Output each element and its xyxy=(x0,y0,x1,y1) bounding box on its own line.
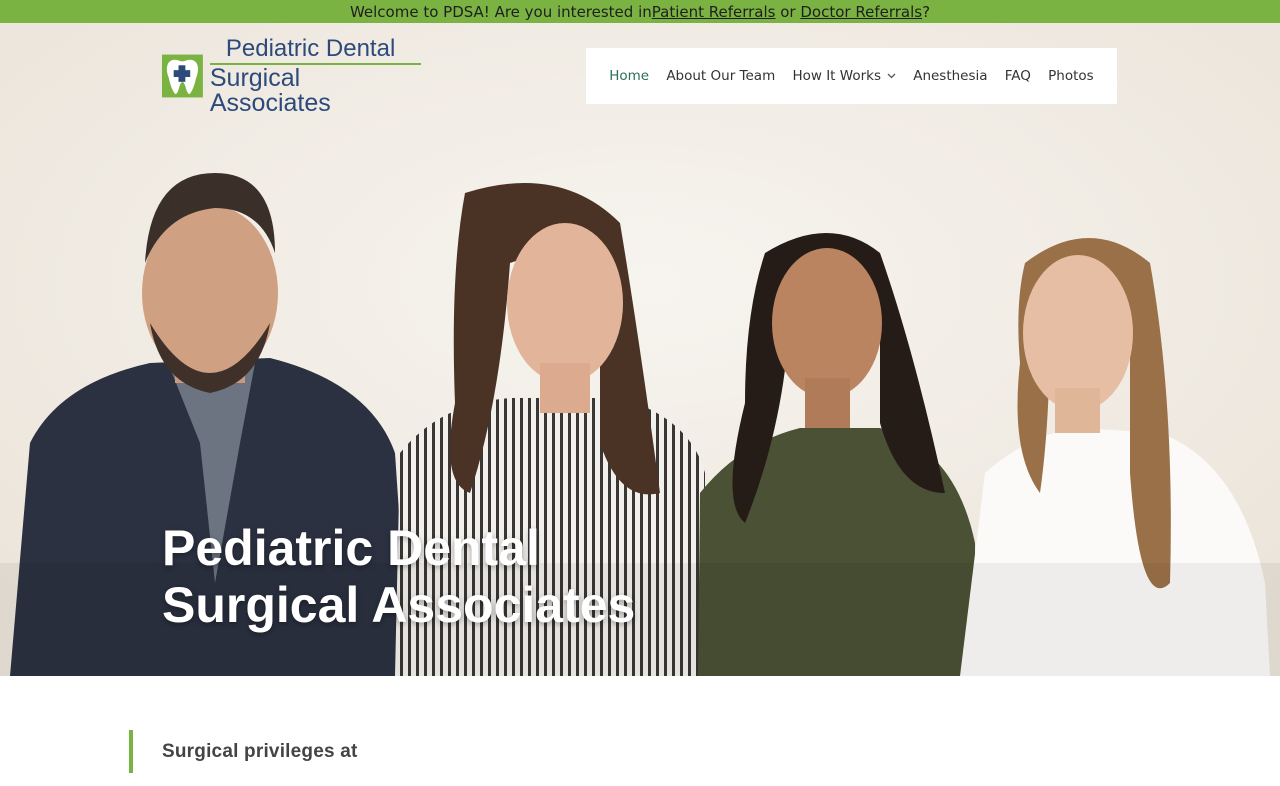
nav-photos[interactable]: Photos xyxy=(1048,68,1094,84)
hero-title-line-2: Surgical Associates xyxy=(162,577,636,633)
site-logo[interactable]: Pediatric Dental Surgical Associates xyxy=(161,36,421,115)
logo-line-1: Pediatric Dental xyxy=(209,36,421,65)
main-nav: Home About Our Team How It Works Anesthe… xyxy=(586,48,1117,104)
nav-how-it-works-label: How It Works xyxy=(792,68,881,84)
banner-text-mid: or xyxy=(775,2,801,21)
section-heading: Surgical privileges at xyxy=(162,740,358,762)
nav-how-it-works[interactable]: How It Works xyxy=(792,68,896,84)
nav-anesthesia[interactable]: Anesthesia xyxy=(913,68,987,84)
hero-title-line-1: Pediatric Dental xyxy=(162,520,540,576)
banner-text-before: Welcome to PDSA! Are you interested in xyxy=(349,2,652,21)
logo-line-2: Surgical Associates xyxy=(209,63,331,117)
banner-text-after: ? xyxy=(922,2,931,21)
chevron-down-icon xyxy=(887,73,896,79)
tooth-cross-icon xyxy=(161,54,203,98)
surgical-privileges-section: Surgical privileges at xyxy=(129,730,358,773)
nav-faq[interactable]: FAQ xyxy=(1005,68,1031,84)
nav-home[interactable]: Home xyxy=(609,68,649,84)
patient-referrals-link[interactable]: Patient Referrals xyxy=(652,3,776,21)
welcome-banner: Welcome to PDSA! Are you interested in P… xyxy=(0,0,1280,23)
hero-title: Pediatric Dental Surgical Associates xyxy=(162,520,635,634)
doctor-referrals-link[interactable]: Doctor Referrals xyxy=(800,3,922,21)
nav-about-our-team[interactable]: About Our Team xyxy=(666,68,775,84)
